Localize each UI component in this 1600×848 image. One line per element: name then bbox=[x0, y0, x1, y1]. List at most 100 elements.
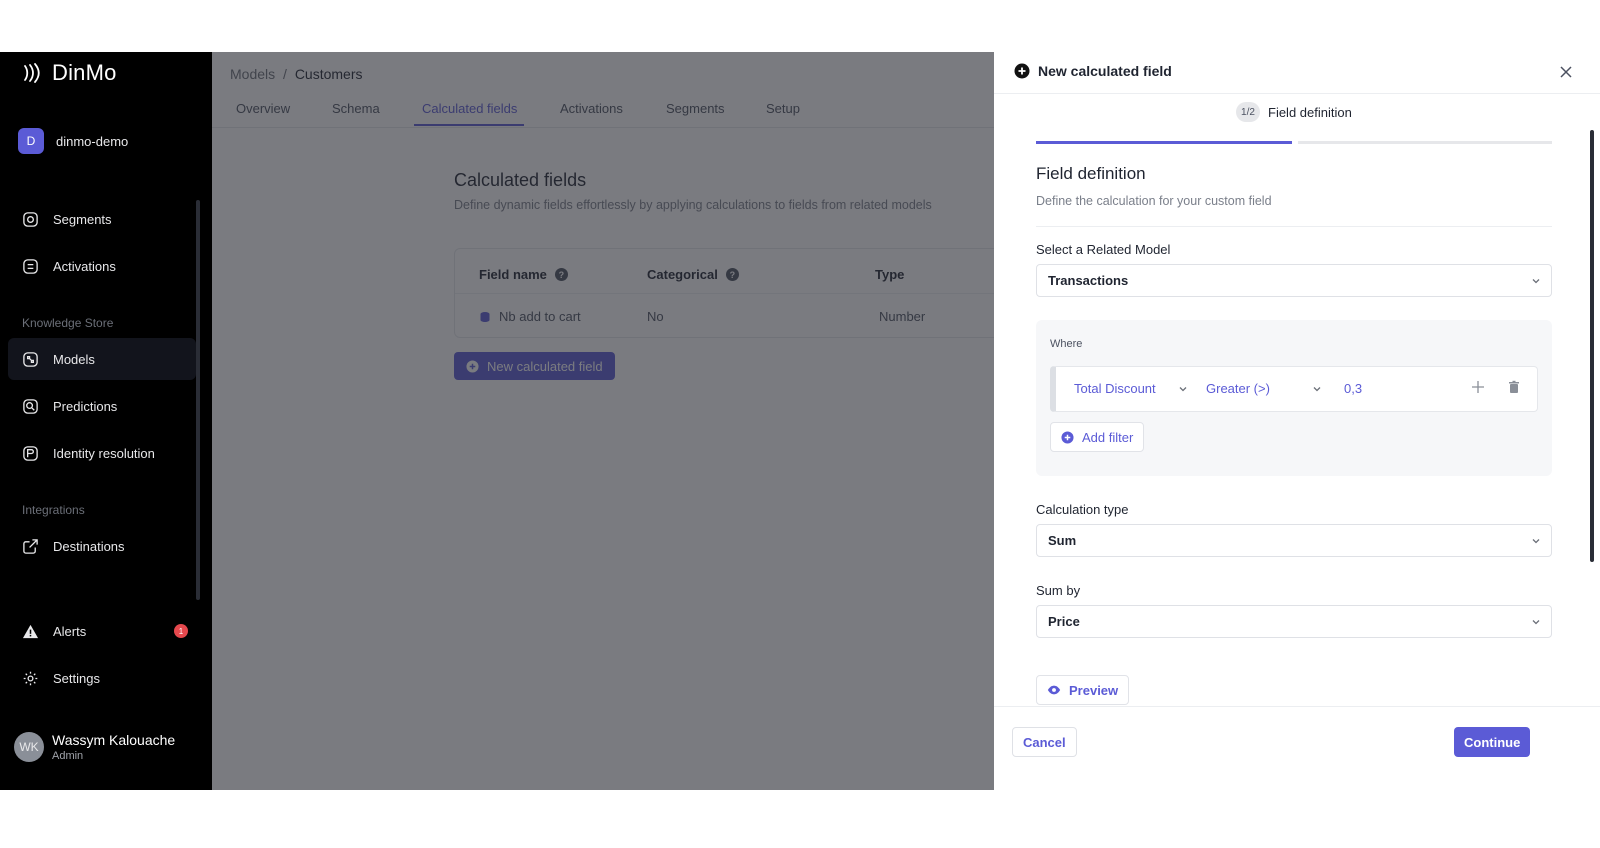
tab-setup[interactable]: Setup bbox=[766, 101, 800, 116]
help-icon[interactable]: ? bbox=[554, 268, 568, 281]
sidebar-scrollbar[interactable] bbox=[196, 200, 200, 600]
filter-operator-value: Greater (>) bbox=[1206, 381, 1270, 396]
breadcrumb-current: Customers bbox=[294, 66, 363, 82]
section-knowledge-store: Knowledge Store bbox=[22, 316, 114, 330]
filter-operator-select[interactable]: Greater (>) bbox=[1206, 381, 1322, 396]
plus-circle-icon bbox=[1061, 430, 1074, 444]
plus-circle-icon bbox=[466, 359, 479, 373]
tab-activations[interactable]: Activations bbox=[560, 101, 623, 116]
sidebar-item-identity-resolution[interactable]: Identity resolution bbox=[8, 432, 196, 474]
sidebar-item-label: Segments bbox=[53, 211, 112, 227]
sidebar-item-label: Alerts bbox=[53, 623, 87, 639]
select-value: Sum bbox=[1048, 533, 1077, 548]
modal-backdrop[interactable] bbox=[212, 52, 994, 790]
chevron-down-icon bbox=[1313, 386, 1321, 391]
workspace-switcher[interactable]: D dinmo-demo bbox=[18, 128, 128, 154]
chevron-down-icon bbox=[1179, 386, 1187, 391]
alerts-count-badge: 1 bbox=[174, 624, 188, 638]
select-value: Transactions bbox=[1048, 273, 1129, 288]
sum-by-select[interactable]: Price bbox=[1036, 605, 1552, 638]
sidebar-item-models[interactable]: Models bbox=[8, 338, 196, 380]
table-divider bbox=[455, 293, 994, 294]
table-row[interactable]: Nb add to cart bbox=[479, 309, 581, 324]
breadcrumb: Models / Customers bbox=[230, 66, 363, 82]
filter-row: Total Discount Greater (>) 0,3 bbox=[1050, 366, 1538, 412]
sidebar-item-predictions[interactable]: Predictions bbox=[8, 385, 196, 427]
calculated-fields-table: Field name ? Categorical ? Type Nb add t… bbox=[454, 248, 994, 338]
user-profile[interactable]: WK Wassym Kalouache Admin bbox=[14, 732, 175, 762]
page-title: Calculated fields bbox=[454, 170, 587, 190]
filter-value: 0,3 bbox=[1344, 381, 1363, 396]
drawer-title-text: New calculated field bbox=[1038, 63, 1172, 79]
app-logo[interactable]: DinMo bbox=[20, 60, 117, 86]
header-label: Field name bbox=[479, 267, 547, 282]
dinmo-logo-icon bbox=[24, 63, 40, 83]
activations-icon bbox=[23, 258, 38, 274]
tab-overview[interactable]: Overview bbox=[236, 101, 290, 116]
where-label: Where bbox=[1050, 338, 1083, 350]
button-label: New calculated field bbox=[487, 358, 603, 374]
gear-icon bbox=[23, 671, 38, 685]
step-indicator: 1/2 Field definition bbox=[1236, 102, 1352, 122]
sidebar-item-segments[interactable]: Segments bbox=[8, 198, 196, 240]
header-label: Categorical bbox=[647, 267, 718, 282]
filter-field-select[interactable]: Total Discount bbox=[1074, 381, 1188, 396]
related-model-label: Select a Related Model bbox=[1036, 242, 1171, 257]
select-value: Price bbox=[1048, 614, 1080, 629]
column-header-categorical: Categorical ? bbox=[647, 267, 739, 282]
eye-icon bbox=[1047, 685, 1061, 695]
plus-icon[interactable] bbox=[1470, 379, 1486, 395]
form-heading: Field definition bbox=[1036, 164, 1146, 183]
drawer-header: New calculated field bbox=[994, 52, 1600, 94]
drawer-scrollbar[interactable] bbox=[1590, 130, 1594, 562]
field-name-cell: Nb add to cart bbox=[499, 309, 581, 324]
add-filter-button[interactable]: Add filter bbox=[1050, 422, 1145, 452]
step-progress-separator bbox=[1292, 140, 1298, 145]
drawer-footer: Cancel Continue bbox=[994, 706, 1600, 790]
chevron-down-icon bbox=[1532, 620, 1540, 625]
main-content: Models / Customers Overview Schema Calcu… bbox=[212, 52, 994, 790]
filter-field-value: Total Discount bbox=[1074, 381, 1156, 396]
tab-calculated-fields[interactable]: Calculated fields bbox=[422, 101, 517, 116]
new-calculated-field-drawer: New calculated field 1/2 Field definitio… bbox=[994, 52, 1600, 790]
cancel-button[interactable]: Cancel bbox=[1012, 727, 1077, 757]
sidebar-item-label: Identity resolution bbox=[53, 445, 155, 461]
model-tabs: Overview Schema Calculated fields Activa… bbox=[212, 92, 994, 128]
preview-button[interactable]: Preview bbox=[1036, 675, 1130, 705]
identity-resolution-icon bbox=[23, 445, 38, 461]
where-filter-group: Where Total Discount Greater (>) 0,3 Add… bbox=[1036, 320, 1552, 476]
page-description: Define dynamic fields effortlessly by ap… bbox=[454, 198, 932, 212]
column-header-type: Type bbox=[875, 267, 904, 282]
step-badge: 1/2 bbox=[1236, 102, 1260, 122]
models-icon bbox=[23, 351, 38, 367]
related-model-select[interactable]: Transactions bbox=[1036, 264, 1552, 297]
new-calculated-field-button[interactable]: New calculated field bbox=[454, 352, 615, 380]
tab-segments[interactable]: Segments bbox=[666, 101, 725, 116]
sidebar-item-label: Models bbox=[53, 351, 95, 367]
tab-schema[interactable]: Schema bbox=[332, 101, 380, 116]
sidebar-item-label: Destinations bbox=[53, 538, 125, 554]
trash-icon[interactable] bbox=[1506, 379, 1522, 395]
sidebar-item-alerts[interactable]: Alerts 1 bbox=[8, 610, 196, 652]
help-icon[interactable]: ? bbox=[725, 268, 739, 281]
breadcrumb-parent[interactable]: Models bbox=[230, 66, 275, 82]
button-label: Preview bbox=[1069, 682, 1119, 698]
workspace-badge: D bbox=[18, 128, 44, 154]
user-role: Admin bbox=[52, 750, 84, 762]
form-description: Define the calculation for your custom f… bbox=[1036, 194, 1272, 208]
sidebar-item-settings[interactable]: Settings bbox=[8, 657, 196, 699]
calculation-type-select[interactable]: Sum bbox=[1036, 524, 1552, 557]
button-label: Add filter bbox=[1082, 429, 1134, 445]
type-cell: Number bbox=[879, 309, 926, 324]
sidebar-item-activations[interactable]: Activations bbox=[8, 245, 196, 287]
close-icon[interactable] bbox=[1556, 62, 1576, 82]
filter-value-input[interactable]: 0,3 bbox=[1344, 381, 1362, 396]
continue-button[interactable]: Continue bbox=[1454, 727, 1531, 757]
predictions-icon bbox=[23, 398, 38, 414]
header-label: Type bbox=[875, 267, 905, 282]
segments-icon bbox=[23, 211, 38, 227]
logo-text: DinMo bbox=[52, 60, 117, 85]
sidebar: DinMo D dinmo-demo Segments Activations … bbox=[0, 52, 212, 790]
sum-by-label: Sum by bbox=[1036, 583, 1081, 598]
sidebar-item-destinations[interactable]: Destinations bbox=[8, 525, 196, 567]
